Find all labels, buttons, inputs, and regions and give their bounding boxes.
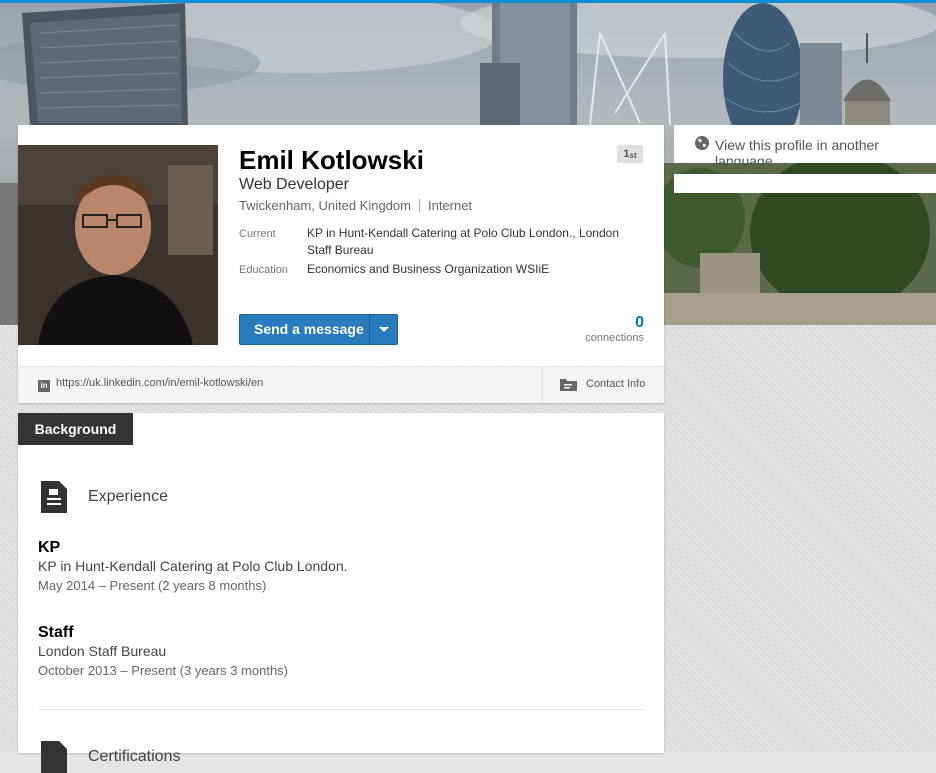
section-divider xyxy=(38,709,644,710)
send-message-button[interactable]: Send a message xyxy=(239,314,398,345)
degree-suffix: st xyxy=(629,151,637,160)
profile-card-footer: in https://uk.linkedin.com/in/emil-kotlow… xyxy=(18,366,664,403)
contact-info-label: Contact Info xyxy=(586,378,646,390)
certifications-icon xyxy=(41,741,67,773)
position-dates: October 2013 – Present (3 years 3 months… xyxy=(38,663,289,678)
position-company[interactable]: KP in Hunt-Kendall Catering at Polo Club… xyxy=(38,558,348,574)
position-title[interactable]: KP xyxy=(38,539,60,557)
connections-label: connections xyxy=(585,332,644,344)
connections-count[interactable]: 0 xyxy=(635,314,644,332)
certifications-title: Certifications xyxy=(88,748,181,765)
caret-down-icon[interactable] xyxy=(371,315,397,344)
divider xyxy=(418,199,420,212)
degree-number: 1 xyxy=(623,148,630,160)
background-tab[interactable]: Background xyxy=(18,413,133,445)
connection-degree-badge: 1st xyxy=(617,145,643,163)
contact-card-icon xyxy=(560,379,577,391)
current-label: Current xyxy=(239,228,276,240)
current-value[interactable]: KP in Hunt-Kendall Catering at Polo Club… xyxy=(307,225,637,259)
public-url-text: https://uk.linkedin.com/in/emil-kotlowsk… xyxy=(56,377,264,389)
profile-headline: Web Developer xyxy=(239,176,349,193)
experience-icon xyxy=(41,481,67,513)
industry-link[interactable]: Internet xyxy=(428,198,472,213)
profile-photo[interactable] xyxy=(18,145,218,345)
sidebar-empty-box xyxy=(674,174,936,193)
avatar xyxy=(18,145,218,345)
send-message-label: Send a message xyxy=(254,321,364,337)
education-value[interactable]: Economics and Business Organization WSIi… xyxy=(307,261,549,278)
profile-card: Emil Kotlowski 1st Web Developer Twicken… xyxy=(18,125,664,403)
contact-info-button[interactable]: Contact Info xyxy=(542,367,665,403)
position-title[interactable]: Staff xyxy=(38,624,74,642)
experience-title: Experience xyxy=(88,488,169,505)
background-section: Background Experience KP KP in Hunt-Kend… xyxy=(18,413,664,773)
button-divider xyxy=(369,315,370,344)
profile-name: Emil Kotlowski xyxy=(239,145,424,175)
view-other-language-link[interactable]: View this profile in another language xyxy=(674,125,936,169)
linkedin-icon: in xyxy=(38,380,50,392)
globe-icon xyxy=(695,136,709,150)
public-profile-url[interactable]: in https://uk.linkedin.com/in/emil-kotlow… xyxy=(38,377,263,392)
location-link[interactable]: Twickenham, United Kingdom xyxy=(239,198,411,213)
position-company[interactable]: London Staff Bureau xyxy=(38,643,166,659)
position-dates: May 2014 – Present (2 years 8 months) xyxy=(38,578,267,593)
education-label: Education xyxy=(239,264,288,276)
translate-label: View this profile in another language xyxy=(715,137,879,169)
location-industry-line: Twickenham, United Kingdom Internet xyxy=(239,198,472,213)
